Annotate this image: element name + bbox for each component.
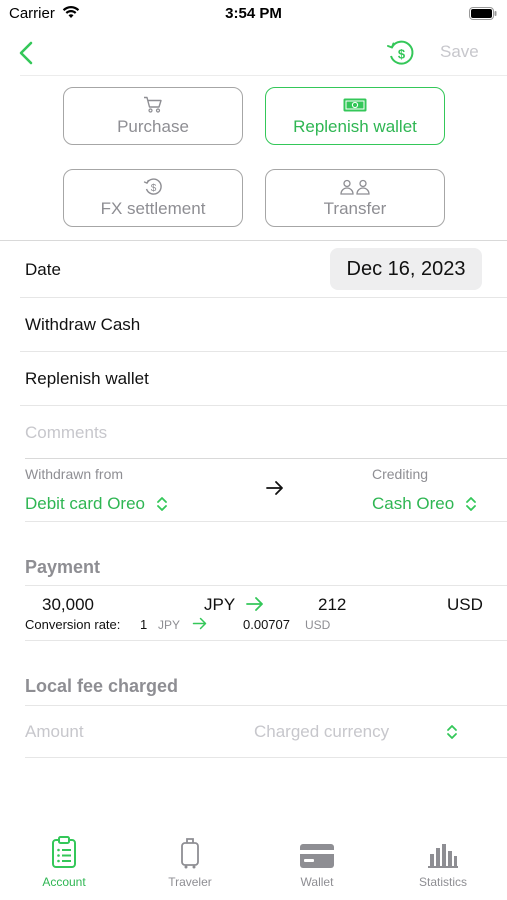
tab-bar: Account Traveler Wallet Statistics xyxy=(0,835,507,900)
local-fee-section-title: Local fee charged xyxy=(25,676,179,696)
banknote-icon xyxy=(343,96,367,114)
status-bar: Carrier 3:54 PM xyxy=(0,0,507,30)
tab-statistics[interactable]: Statistics xyxy=(393,835,493,900)
divider xyxy=(25,757,507,758)
chevron-up-down-icon xyxy=(157,497,167,511)
tab-traveler[interactable]: Traveler xyxy=(140,835,240,900)
divider xyxy=(20,75,507,76)
date-label: Date xyxy=(25,260,61,279)
luggage-icon xyxy=(180,835,200,869)
type-label: Replenish wallet xyxy=(293,116,417,136)
arrow-right-icon xyxy=(245,596,265,617)
category-field[interactable]: Replenish wallet xyxy=(25,369,149,389)
charged-currency-select[interactable]: Charged currency xyxy=(254,722,389,742)
comments-field[interactable]: Comments xyxy=(25,423,107,443)
bar-chart-icon xyxy=(428,835,458,869)
chevron-left-icon xyxy=(19,41,33,65)
rate-from-value: 1 xyxy=(140,617,148,632)
divider xyxy=(25,705,507,706)
save-button[interactable]: Save xyxy=(440,42,479,62)
type-button-purchase[interactable]: Purchase xyxy=(63,87,243,145)
payment-section-title: Payment xyxy=(25,557,101,577)
tab-label: Traveler xyxy=(168,875,212,889)
divider xyxy=(25,458,507,459)
tab-wallet[interactable]: Wallet xyxy=(267,835,367,900)
type-button-fx-settlement[interactable]: $ FX settlement xyxy=(63,169,243,227)
clock: 3:54 PM xyxy=(225,5,282,22)
type-button-replenish-wallet[interactable]: Replenish wallet xyxy=(265,87,445,145)
withdrawn-from-select[interactable]: Debit card Oreo xyxy=(25,494,168,514)
date-picker[interactable]: Dec 16, 2023 xyxy=(330,248,482,290)
tab-label: Statistics xyxy=(418,875,467,889)
people-icon xyxy=(339,178,371,196)
rate-to-currency: USD xyxy=(305,618,331,632)
divider xyxy=(25,521,507,522)
navigation-bar: $ Save xyxy=(0,30,507,76)
tab-label: Wallet xyxy=(300,875,334,889)
chevron-up-down-icon[interactable] xyxy=(446,724,458,745)
rate-to-value: 0.00707 xyxy=(243,617,290,632)
divider xyxy=(20,297,507,298)
divider xyxy=(20,351,507,352)
chevron-up-down-icon xyxy=(466,497,477,511)
svg-text:$: $ xyxy=(398,47,406,62)
divider xyxy=(25,585,507,586)
crediting-value: Cash Oreo xyxy=(372,494,455,513)
conversion-rate-label: Conversion rate: xyxy=(25,617,121,632)
divider xyxy=(20,405,507,406)
withdrawn-from-value: Debit card Oreo xyxy=(25,494,145,513)
arrow-right-icon xyxy=(265,480,285,501)
cart-icon xyxy=(143,96,163,114)
rate-from-currency: JPY xyxy=(158,618,181,632)
title-field[interactable]: Withdraw Cash xyxy=(25,315,140,335)
crediting-label: Crediting xyxy=(372,466,429,482)
arrow-right-icon xyxy=(192,617,208,635)
wallet-icon xyxy=(299,835,335,869)
payment-amount[interactable]: 30,000 xyxy=(42,595,94,615)
svg-text:$: $ xyxy=(151,183,157,194)
tab-account[interactable]: Account xyxy=(14,835,114,900)
withdrawn-from-label: Withdrawn from xyxy=(25,466,124,482)
battery-icon xyxy=(469,7,497,25)
converted-amount[interactable]: 212 xyxy=(318,595,346,615)
type-label: FX settlement xyxy=(100,198,206,218)
tab-label: Account xyxy=(42,875,86,889)
type-label: Purchase xyxy=(117,116,189,136)
payment-from-currency[interactable]: JPY xyxy=(204,595,235,615)
divider xyxy=(25,640,507,641)
divider xyxy=(0,240,507,241)
type-label: Transfer xyxy=(323,198,387,218)
currency-exchange-icon: $ xyxy=(387,40,414,65)
back-button[interactable] xyxy=(12,38,40,68)
fee-amount-input[interactable]: Amount xyxy=(25,722,84,742)
type-button-transfer[interactable]: Transfer xyxy=(265,169,445,227)
currency-exchange-button[interactable]: $ xyxy=(386,38,416,68)
payment-to-currency[interactable]: USD xyxy=(447,595,483,615)
currency-exchange-icon: $ xyxy=(143,177,163,196)
clipboard-icon xyxy=(51,835,77,869)
crediting-select[interactable]: Cash Oreo xyxy=(372,494,477,514)
